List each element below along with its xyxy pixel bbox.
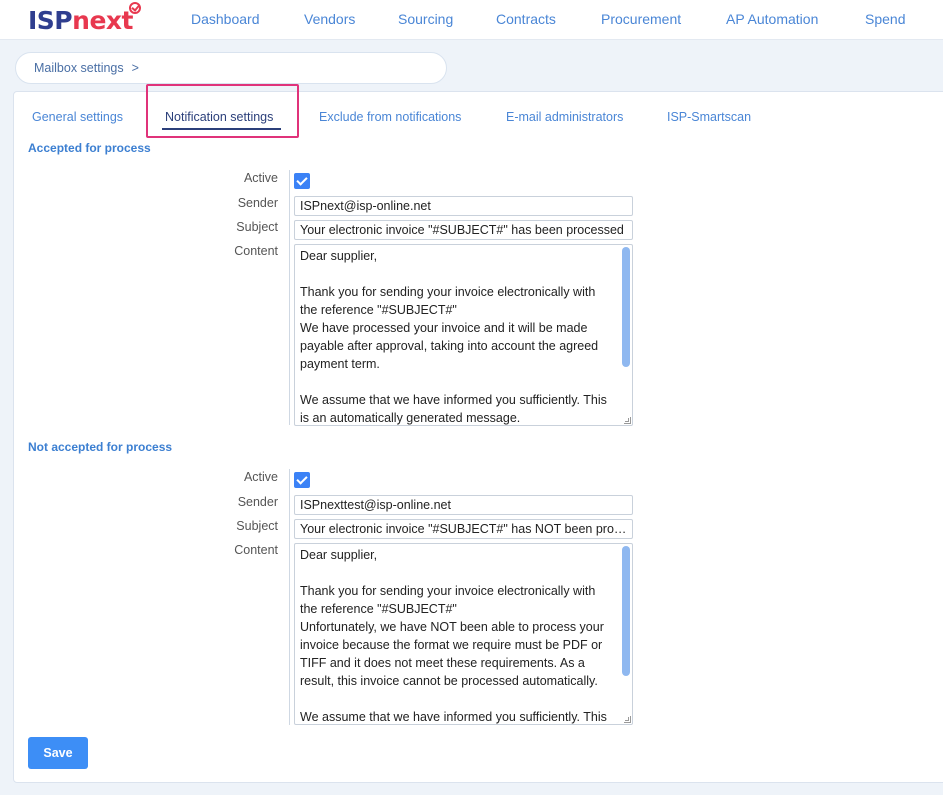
not-accepted-subject-input[interactable]: Your electronic invoice "#SUBJECT#" has … (294, 519, 633, 539)
textarea-scrollbar[interactable] (622, 247, 630, 367)
content-line: Thank you for sending your invoice elect… (300, 285, 599, 317)
content-line (300, 373, 616, 391)
logo-text-isp: ISP (28, 6, 73, 35)
content-line: We have processed your invoice and it wi… (300, 321, 602, 371)
logo-text-next: next (72, 6, 133, 35)
breadcrumb-separator: > (131, 61, 139, 75)
nav-sourcing[interactable]: Sourcing (398, 11, 453, 27)
nav-spend[interactable]: Spend (865, 11, 905, 27)
tab-exclude-from-notifications[interactable]: Exclude from notifications (319, 110, 461, 124)
accepted-content-text: Dear supplier, Thank you for sending you… (300, 247, 616, 425)
not-accepted-sender-input[interactable]: ISPnexttest@isp-online.net (294, 495, 633, 515)
content-line: Dear supplier, (300, 249, 378, 263)
not-accepted-content-textarea[interactable]: Dear supplier, Thank you for sending you… (294, 543, 633, 725)
not-accepted-active-checkbox[interactable] (294, 472, 310, 488)
content-line: We assume that we have informed you suff… (300, 393, 611, 425)
top-navigation-bar: ISPnext Dashboard Vendors Sourcing Contr… (0, 0, 943, 40)
save-button[interactable]: Save (28, 737, 88, 769)
section-title-not-accepted: Not accepted for process (28, 440, 173, 454)
nav-dashboard[interactable]: Dashboard (191, 11, 260, 27)
content-line: We assume that we have informed you suff… (300, 710, 607, 724)
form-divider (289, 170, 290, 425)
accepted-content-textarea[interactable]: Dear supplier, Thank you for sending you… (294, 244, 633, 426)
label-content: Content (234, 543, 278, 557)
label-active: Active (243, 171, 278, 185)
section-title-accepted: Accepted for process (28, 141, 151, 155)
accepted-subject-input[interactable]: Your electronic invoice "#SUBJECT#" has … (294, 220, 633, 240)
nav-procurement[interactable]: Procurement (601, 11, 681, 27)
breadcrumb: Mailbox settings > (15, 52, 447, 84)
tab-isp-smartscan[interactable]: ISP-Smartscan (667, 110, 751, 124)
not-accepted-content-text: Dear supplier, Thank you for sending you… (300, 546, 616, 724)
highlight-annotation-box (146, 84, 299, 138)
nav-ap-automation[interactable]: AP Automation (726, 11, 818, 27)
content-line (300, 265, 616, 283)
logo-check-icon (129, 2, 141, 14)
label-subject: Subject (236, 519, 278, 533)
content-line (300, 690, 616, 708)
label-active: Active (243, 470, 278, 484)
tab-general-settings[interactable]: General settings (32, 110, 123, 124)
label-content: Content (234, 244, 278, 258)
accepted-sender-input[interactable]: ISPnext@isp-online.net (294, 196, 633, 216)
accepted-active-checkbox[interactable] (294, 173, 310, 189)
resize-grip-icon[interactable] (624, 417, 631, 424)
label-sender: Sender (237, 196, 278, 210)
content-line (300, 564, 616, 582)
ispnext-logo[interactable]: ISPnext (28, 6, 133, 35)
nav-contracts[interactable]: Contracts (496, 11, 556, 27)
label-sender: Sender (237, 495, 278, 509)
breadcrumb-mailbox-settings[interactable]: Mailbox settings (34, 61, 124, 75)
tab-email-administrators[interactable]: E-mail administrators (506, 110, 623, 124)
form-divider (289, 469, 290, 725)
label-subject: Subject (236, 220, 278, 234)
resize-grip-icon[interactable] (624, 716, 631, 723)
content-line: Unfortunately, we have NOT been able to … (300, 620, 608, 688)
textarea-scrollbar[interactable] (622, 546, 630, 676)
nav-vendors[interactable]: Vendors (304, 11, 355, 27)
content-line: Dear supplier, (300, 548, 378, 562)
content-line: Thank you for sending your invoice elect… (300, 584, 599, 616)
